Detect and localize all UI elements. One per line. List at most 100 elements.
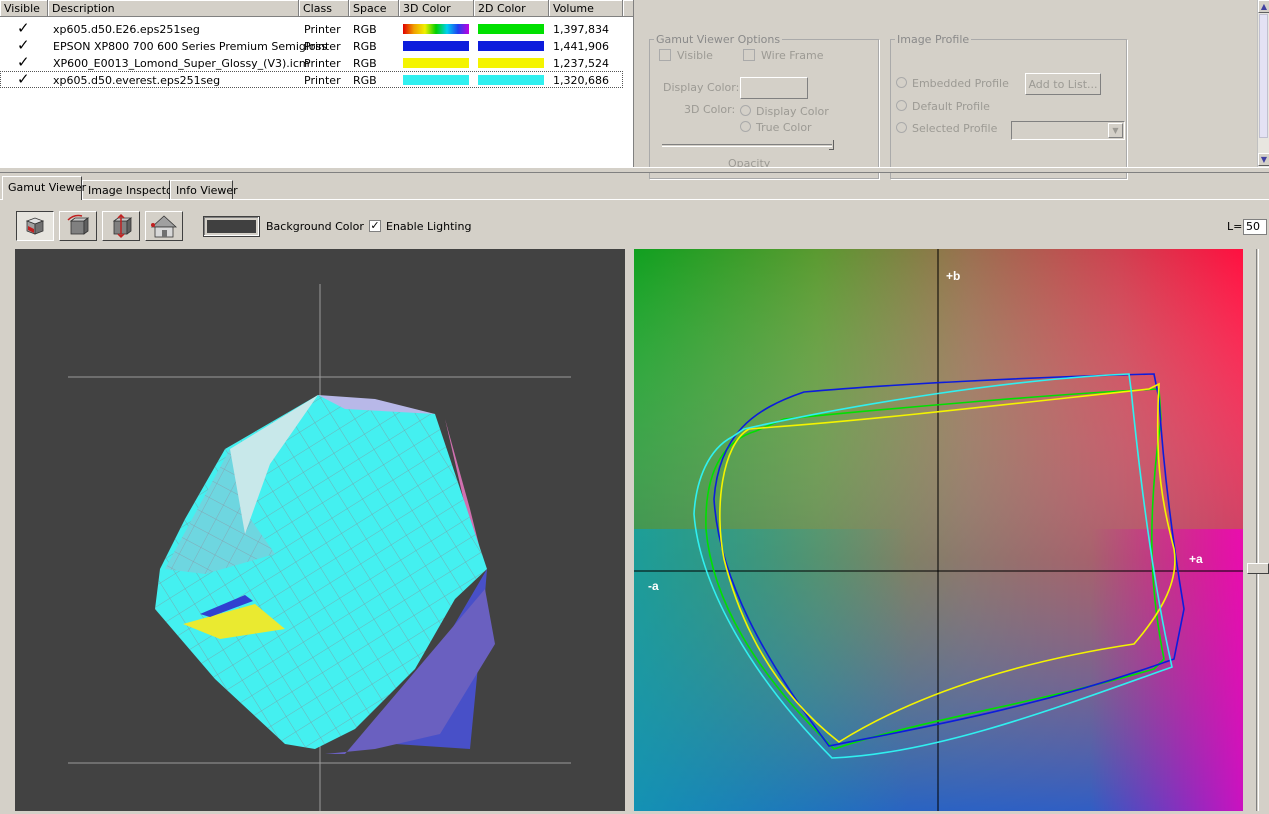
color3d-swatch[interactable] xyxy=(403,24,469,34)
profile-space: RGB xyxy=(353,74,377,87)
col-class[interactable]: Class xyxy=(299,0,349,17)
view-tabs: Gamut Viewer Image Inspector Info Viewer xyxy=(0,176,1269,200)
visible-check-icon[interactable]: ✓ xyxy=(17,55,30,70)
color2d-swatch[interactable] xyxy=(478,75,544,85)
l-slider-track[interactable] xyxy=(1256,249,1259,811)
display-color-label: Display Color: xyxy=(663,81,740,94)
profile-space: RGB xyxy=(353,23,377,36)
enable-lighting-checkbox[interactable]: ✓ xyxy=(369,220,381,232)
cube-view-button[interactable] xyxy=(16,211,54,241)
profile-row[interactable]: ✓ xp605.d50.E26.eps251seg Printer RGB 1,… xyxy=(0,20,623,37)
color2d-swatch[interactable] xyxy=(478,58,544,68)
col-3d-color[interactable]: 3D Color xyxy=(399,0,474,17)
col-filler xyxy=(623,0,634,17)
profile-class: Printer xyxy=(304,40,341,53)
color3d-swatch[interactable] xyxy=(403,58,469,68)
gamut-solid xyxy=(155,395,495,754)
display-color-button[interactable] xyxy=(740,77,808,99)
visible-check-icon[interactable]: ✓ xyxy=(17,38,30,53)
background-color-label: Background Color xyxy=(266,220,364,233)
move-button[interactable] xyxy=(102,211,140,241)
l-value-input[interactable]: 50 xyxy=(1243,219,1267,235)
profile-volume: 1,397,834 xyxy=(553,23,609,36)
l-label: L= xyxy=(1227,220,1243,233)
visible-checkbox[interactable] xyxy=(659,49,671,61)
visible-check-icon[interactable]: ✓ xyxy=(17,21,30,36)
tab-gamut-viewer[interactable]: Gamut Viewer xyxy=(2,176,86,200)
tab-body-border xyxy=(0,199,1269,200)
profile-class: Printer xyxy=(304,57,341,70)
dropdown-arrow-icon[interactable]: ▼ xyxy=(1108,123,1123,138)
profile-description: xp605.d50.everest.eps251seg xyxy=(53,74,221,87)
options-scrollbar[interactable]: ▲ ▼ xyxy=(1257,0,1269,167)
profile-class: Printer xyxy=(304,23,341,36)
options-panel: Gamut Viewer Options Visible Wire Frame … xyxy=(639,0,1269,179)
profile-description: XP600_E0013_Lomond_Super_Glossy_(V3).icm xyxy=(53,57,310,70)
plus-a-label: +a xyxy=(1189,552,1203,566)
visible-check-icon[interactable]: ✓ xyxy=(17,72,30,87)
tab-image-inspector[interactable]: Image Inspector xyxy=(82,180,177,200)
col-volume[interactable]: Volume xyxy=(549,0,623,17)
rotate-button[interactable] xyxy=(59,211,97,241)
profile-description: EPSON XP800 700 600 Series Premium Semig… xyxy=(53,40,328,53)
profile-row[interactable]: ✓ EPSON XP800 700 600 Series Premium Sem… xyxy=(0,37,623,54)
opacity-slider-thumb[interactable] xyxy=(829,140,834,150)
panel-splitter[interactable] xyxy=(0,167,1269,173)
group-title: Gamut Viewer Options xyxy=(654,33,783,46)
color2d-swatch[interactable] xyxy=(478,41,544,51)
rotate-icon xyxy=(67,214,90,235)
profile-description: xp605.d50.E26.eps251seg xyxy=(53,23,200,36)
add-to-list-button[interactable]: Add to List... xyxy=(1025,73,1101,95)
profile-class: Printer xyxy=(304,74,341,87)
group-title: Image Profile xyxy=(895,33,972,46)
l-slider-thumb[interactable] xyxy=(1247,563,1269,574)
wireframe-label: Wire Frame xyxy=(761,49,824,62)
gamut-3d-view[interactable] xyxy=(15,249,625,811)
scroll-up-icon[interactable]: ▲ xyxy=(1258,0,1269,13)
profile-space: RGB xyxy=(353,57,377,70)
selected-profile-radio[interactable] xyxy=(896,122,907,133)
col-visible[interactable]: Visible xyxy=(0,0,48,17)
profile-space: RGB xyxy=(353,40,377,53)
minus-a-label: -a xyxy=(648,579,659,593)
col-description[interactable]: Description xyxy=(48,0,299,17)
color3d-label: 3D Color: xyxy=(684,103,736,116)
profile-volume: 1,320,686 xyxy=(553,74,609,87)
plus-b-label: +b xyxy=(946,269,960,283)
display-color-radio-label: Display Color xyxy=(756,105,829,118)
ab-plane-canvas: +b +a -a xyxy=(634,249,1243,811)
opacity-slider-track[interactable] xyxy=(662,144,832,147)
enable-lighting-label: Enable Lighting xyxy=(386,220,472,233)
l-slider[interactable] xyxy=(1246,249,1269,811)
scroll-thumb[interactable] xyxy=(1259,14,1268,138)
true-color-radio[interactable] xyxy=(740,121,751,132)
background-color-button[interactable] xyxy=(203,216,260,237)
home-icon xyxy=(150,215,178,238)
tab-info-viewer[interactable]: Info Viewer xyxy=(170,180,238,200)
profile-row[interactable]: ✓ xp605.d50.everest.eps251seg Printer RG… xyxy=(0,71,623,88)
color3d-swatch[interactable] xyxy=(403,41,469,51)
default-profile-radio[interactable] xyxy=(896,100,907,111)
cube-view-icon xyxy=(25,217,45,235)
move-icon xyxy=(112,213,133,239)
true-color-radio-label: True Color xyxy=(756,121,812,134)
display-color-radio[interactable] xyxy=(740,105,751,116)
color3d-swatch[interactable] xyxy=(403,75,469,85)
col-space[interactable]: Space xyxy=(349,0,399,17)
selected-profile-label: Selected Profile xyxy=(912,122,998,135)
profile-volume: 1,237,524 xyxy=(553,57,609,70)
home-button[interactable] xyxy=(145,211,183,241)
profile-volume: 1,441,906 xyxy=(553,40,609,53)
col-2d-color[interactable]: 2D Color xyxy=(474,0,549,17)
background-color-swatch xyxy=(207,220,256,233)
gamut-3d-canvas xyxy=(68,284,571,811)
profile-select[interactable]: ▼ xyxy=(1011,121,1125,140)
list-header: Visible Description Class Space 3D Color… xyxy=(0,0,634,17)
profile-list[interactable]: Visible Description Class Space 3D Color… xyxy=(0,0,634,167)
profile-row[interactable]: ✓ XP600_E0013_Lomond_Super_Glossy_(V3).i… xyxy=(0,54,623,71)
color2d-swatch[interactable] xyxy=(478,24,544,34)
wireframe-checkbox[interactable] xyxy=(743,49,755,61)
scroll-down-icon[interactable]: ▼ xyxy=(1258,153,1269,166)
gamut-2d-view[interactable]: +b +a -a xyxy=(634,249,1243,811)
embedded-profile-radio[interactable] xyxy=(896,77,907,88)
